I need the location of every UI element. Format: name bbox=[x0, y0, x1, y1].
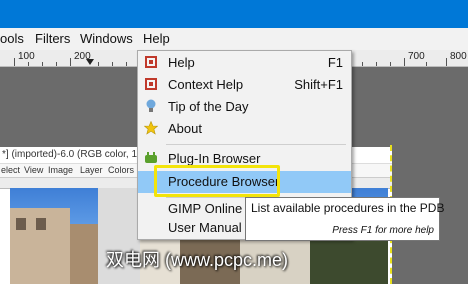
ruler-tick bbox=[70, 58, 71, 66]
image-menu-select[interactable]: elect bbox=[1, 165, 20, 175]
menu-item-context-help[interactable]: Context Help Shift+F1 bbox=[138, 74, 351, 96]
ruler-tick bbox=[14, 58, 15, 66]
menubar: ools Filters Windows Help bbox=[0, 28, 468, 77]
menu-windows[interactable]: Windows bbox=[80, 31, 133, 46]
help-book-icon bbox=[145, 56, 157, 68]
tooltip-hint: Press F1 for more help bbox=[332, 225, 434, 236]
menu-help[interactable]: Help bbox=[143, 31, 170, 46]
context-help-icon bbox=[145, 78, 157, 90]
ruler-tick bbox=[390, 62, 391, 66]
image-menu-colors[interactable]: Colors bbox=[108, 165, 134, 175]
ruler-tick bbox=[446, 58, 447, 66]
watermark-text: 双电网 (www.pcpc.me) bbox=[106, 250, 289, 270]
menu-item-label: About bbox=[168, 121, 202, 136]
menu-item-tip-of-the-day[interactable]: Tip of the Day bbox=[138, 96, 351, 118]
ruler-tick bbox=[112, 62, 113, 66]
menu-item-about[interactable]: About bbox=[138, 118, 351, 140]
menu-item-label: Context Help bbox=[168, 77, 244, 92]
star-icon bbox=[144, 121, 158, 135]
photo-building bbox=[70, 224, 98, 284]
menu-item-label: Tip of the Day bbox=[168, 99, 249, 114]
ruler-tick bbox=[56, 62, 57, 66]
ruler-tick bbox=[362, 62, 363, 66]
tooltip-text: List available procedures in the PDB bbox=[251, 201, 445, 215]
menu-tools[interactable]: ools bbox=[0, 31, 24, 46]
image-menu-view[interactable]: View bbox=[24, 165, 43, 175]
menu-item-label: GIMP Online bbox=[168, 201, 243, 216]
tooltip: List available procedures in the PDB Pre… bbox=[245, 197, 444, 241]
menu-item-label: Plug-In Browser bbox=[168, 151, 261, 166]
plugin-icon bbox=[145, 152, 157, 163]
image-menu-image[interactable]: Image bbox=[48, 165, 73, 175]
image-menu-layer[interactable]: Layer bbox=[80, 165, 103, 175]
callout-highlight-box bbox=[154, 165, 280, 197]
ruler-label: 800 bbox=[450, 51, 467, 62]
ruler-tick bbox=[28, 62, 29, 66]
ruler-tick bbox=[404, 58, 405, 66]
lightbulb-icon bbox=[146, 99, 156, 112]
ruler-tick bbox=[426, 62, 427, 66]
app-titlebar bbox=[0, 0, 468, 28]
menu-filters[interactable]: Filters bbox=[35, 31, 70, 46]
ruler-tick bbox=[42, 62, 43, 66]
menu-item-label: User Manual bbox=[168, 220, 242, 235]
menu-item-shortcut: F1 bbox=[327, 55, 343, 70]
ruler-label: 700 bbox=[408, 51, 425, 62]
ruler-tick bbox=[126, 62, 127, 66]
ruler-tick bbox=[376, 62, 377, 66]
menu-separator bbox=[166, 144, 346, 145]
photo-window bbox=[36, 218, 46, 230]
photo-window bbox=[16, 218, 26, 230]
menu-item-label: Help bbox=[168, 55, 195, 70]
menu-item-shortcut: Shift+F1 bbox=[294, 77, 343, 92]
menu-item-help[interactable]: Help F1 bbox=[138, 52, 351, 74]
ruler-tick bbox=[98, 62, 99, 66]
ruler-label: 100 bbox=[18, 51, 35, 62]
ruler-pointer-marker bbox=[86, 59, 94, 65]
